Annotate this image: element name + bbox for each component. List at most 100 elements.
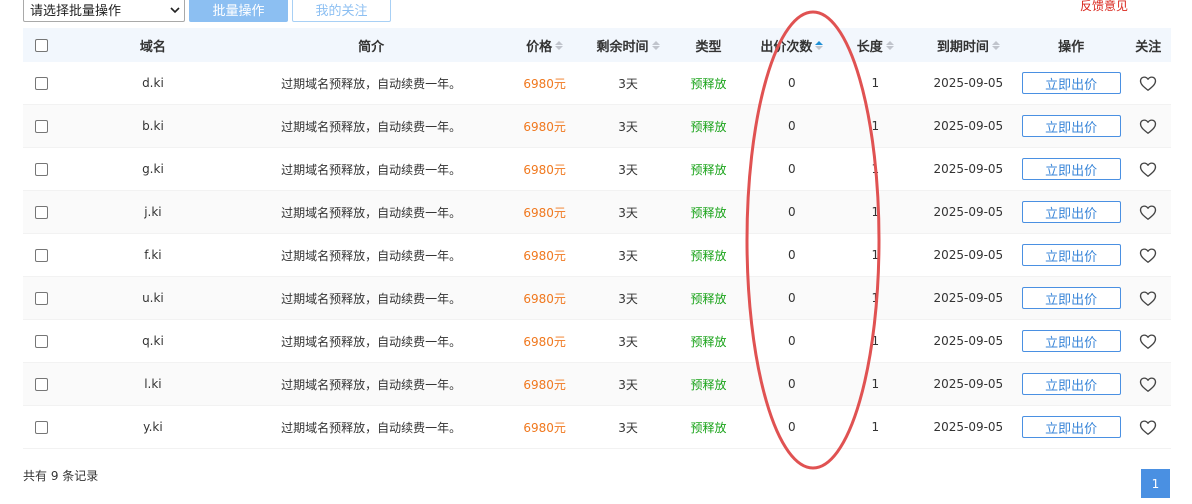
table-row: b.ki 过期域名预释放，自动续费一年。 6980元 3天 预释放 0 1 20…: [23, 105, 1171, 148]
row-checkbox[interactable]: [35, 377, 49, 391]
domain-type: 预释放: [690, 334, 727, 349]
sort-caret-icon[interactable]: [991, 40, 1000, 50]
domain-desc: 过期域名预释放，自动续费一年。: [281, 420, 462, 435]
domain-length: 1: [871, 420, 880, 434]
domain-type: 预释放: [690, 420, 727, 435]
header-length[interactable]: 长度: [831, 28, 920, 62]
batch-action-select[interactable]: 请选择批量操作: [23, 0, 185, 22]
bid-now-button[interactable]: 立即出价: [1021, 416, 1121, 438]
expire-date: 2025-09-05: [933, 291, 1004, 305]
domain-price: 6980元: [523, 334, 566, 349]
table-row: f.ki 过期域名预释放，自动续费一年。 6980元 3天 预释放 0 1 20…: [23, 234, 1171, 277]
row-checkbox[interactable]: [35, 76, 49, 90]
header-price[interactable]: 价格: [497, 28, 592, 62]
bid-now-button[interactable]: 立即出价: [1021, 244, 1121, 266]
domain-type: 预释放: [690, 291, 727, 306]
bid-now-button[interactable]: 立即出价: [1021, 330, 1121, 352]
domain-name[interactable]: f.ki: [61, 234, 245, 276]
table-row: d.ki 过期域名预释放，自动续费一年。 6980元 3天 预释放 0 1 20…: [23, 62, 1171, 105]
domain-desc: 过期域名预释放，自动续费一年。: [281, 76, 462, 91]
header-type: 类型: [695, 39, 722, 55]
domain-price: 6980元: [523, 76, 566, 91]
sort-caret-icon[interactable]: [885, 40, 894, 50]
domain-desc: 过期域名预释放，自动续费一年。: [281, 205, 462, 220]
row-checkbox[interactable]: [35, 119, 49, 133]
domain-type: 预释放: [690, 377, 727, 392]
domain-length: 1: [871, 162, 880, 176]
domain-name[interactable]: u.ki: [61, 277, 245, 319]
domain-desc: 过期域名预释放，自动续费一年。: [281, 119, 462, 134]
bid-count: 0: [788, 420, 796, 434]
domain-name[interactable]: b.ki: [61, 105, 245, 147]
bid-now-button[interactable]: 立即出价: [1021, 373, 1121, 395]
batch-action-button[interactable]: 批量操作: [189, 0, 288, 22]
sort-caret-icon[interactable]: [815, 40, 824, 50]
row-checkbox[interactable]: [35, 162, 49, 176]
row-checkbox[interactable]: [35, 291, 49, 305]
heart-outline-icon[interactable]: [1139, 75, 1157, 92]
row-checkbox[interactable]: [35, 205, 49, 219]
bid-count: 0: [788, 334, 796, 348]
remaining-time: 3天: [618, 76, 638, 91]
domain-desc: 过期域名预释放，自动续费一年。: [281, 377, 462, 392]
heart-outline-icon[interactable]: [1139, 161, 1157, 178]
domain-name[interactable]: q.ki: [61, 320, 245, 362]
row-checkbox[interactable]: [35, 420, 49, 434]
remaining-time: 3天: [618, 377, 638, 392]
remaining-time: 3天: [618, 162, 638, 177]
domain-name[interactable]: y.ki: [61, 406, 245, 448]
heart-outline-icon[interactable]: [1139, 419, 1157, 436]
row-checkbox[interactable]: [35, 334, 49, 348]
heart-outline-icon[interactable]: [1139, 290, 1157, 307]
domain-price: 6980元: [523, 162, 566, 177]
bid-now-button[interactable]: 立即出价: [1021, 158, 1121, 180]
header-bids-label: 出价次数: [760, 39, 813, 55]
bid-now-button[interactable]: 立即出价: [1021, 115, 1121, 137]
heart-outline-icon[interactable]: [1139, 333, 1157, 350]
heart-outline-icon[interactable]: [1139, 376, 1157, 393]
batch-action-select-value: 请选择批量操作: [30, 4, 122, 19]
expire-date: 2025-09-05: [933, 162, 1004, 176]
bid-now-button[interactable]: 立即出价: [1021, 201, 1121, 223]
bid-now-button[interactable]: 立即出价: [1021, 72, 1121, 94]
table-row: g.ki 过期域名预释放，自动续费一年。 6980元 3天 预释放 0 1 20…: [23, 148, 1171, 191]
heart-outline-icon[interactable]: [1139, 118, 1157, 135]
table-row: q.ki 过期域名预释放，自动续费一年。 6980元 3天 预释放 0 1 20…: [23, 320, 1171, 363]
row-checkbox[interactable]: [35, 248, 49, 262]
bid-now-button[interactable]: 立即出价: [1021, 287, 1121, 309]
header-time[interactable]: 剩余时间: [592, 28, 664, 62]
expire-date: 2025-09-05: [933, 76, 1004, 90]
domain-type: 预释放: [690, 76, 727, 91]
feedback-link[interactable]: 反馈意见: [1080, 0, 1128, 14]
domain-price: 6980元: [523, 248, 566, 263]
my-watchlist-button[interactable]: 我的关注: [292, 0, 391, 22]
domain-length: 1: [871, 76, 880, 90]
pagination-page[interactable]: 1: [1141, 469, 1170, 498]
remaining-time: 3天: [618, 205, 638, 220]
bid-count: 0: [788, 119, 796, 133]
remaining-time: 3天: [618, 291, 638, 306]
bid-count: 0: [788, 291, 796, 305]
heart-outline-icon[interactable]: [1139, 204, 1157, 221]
remaining-time: 3天: [618, 248, 638, 263]
header-bids[interactable]: 出价次数: [753, 28, 831, 62]
domain-price: 6980元: [523, 205, 566, 220]
header-price-label: 价格: [526, 39, 553, 55]
record-count: 共有 9 条记录: [23, 469, 99, 483]
header-expire[interactable]: 到期时间: [920, 28, 1017, 62]
remaining-time: 3天: [618, 119, 638, 134]
heart-outline-icon[interactable]: [1139, 247, 1157, 264]
bid-count: 0: [788, 76, 796, 90]
domain-name[interactable]: d.ki: [61, 62, 245, 104]
header-domain: 域名: [139, 39, 166, 55]
domain-desc: 过期域名预释放，自动续费一年。: [281, 162, 462, 177]
domain-name[interactable]: g.ki: [61, 148, 245, 190]
domain-length: 1: [871, 377, 880, 391]
sort-caret-icon[interactable]: [651, 40, 660, 50]
header-expire-label: 到期时间: [936, 39, 989, 55]
select-all-checkbox[interactable]: [35, 38, 49, 52]
domain-name[interactable]: l.ki: [61, 363, 245, 405]
domain-type: 预释放: [690, 205, 727, 220]
domain-name[interactable]: j.ki: [61, 191, 245, 233]
sort-caret-icon[interactable]: [555, 40, 564, 50]
